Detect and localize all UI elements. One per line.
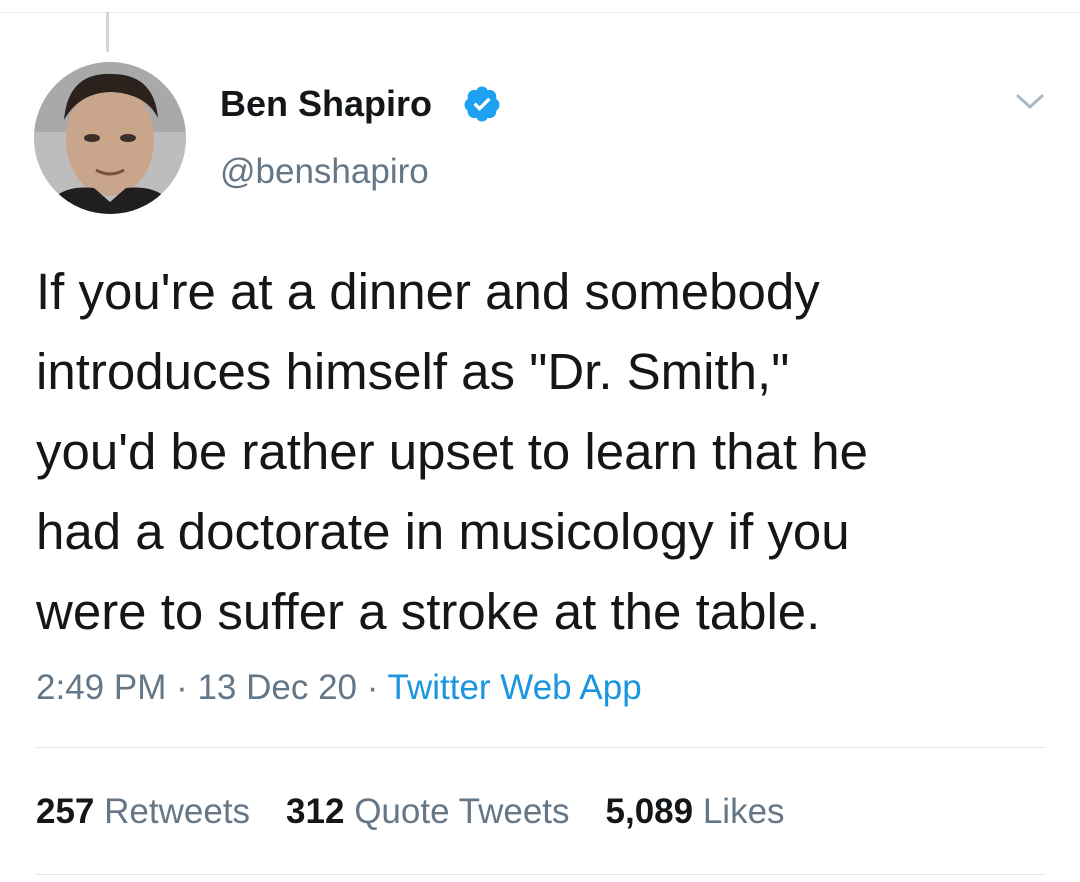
retweets-label: Retweets [104, 792, 251, 831]
tweet-text-line: If you're at a dinner and somebody [36, 263, 820, 320]
author-handle[interactable]: @benshapiro [220, 150, 429, 194]
tweet-timestamp-date[interactable]: 13 Dec 20 [197, 668, 357, 707]
top-divider [0, 12, 1080, 13]
stats-divider-top [36, 747, 1046, 748]
retweets-count: 257 [36, 792, 95, 831]
tweet-timestamp-time[interactable]: 2:49 PM [36, 668, 166, 707]
tweet-text: If you're at a dinner and somebody intro… [36, 252, 1056, 652]
meta-separator: · [357, 668, 388, 707]
retweets-stat[interactable]: 257 Retweets [36, 790, 250, 834]
tweet-text-line: introduces himself as "Dr. Smith," [36, 343, 790, 400]
likes-count: 5,089 [605, 792, 694, 831]
tweet-text-line: had a doctorate in musicology if you [36, 503, 850, 560]
likes-label: Likes [702, 792, 785, 831]
chevron-down-icon[interactable] [1012, 86, 1048, 116]
quote-tweets-count: 312 [286, 792, 345, 831]
tweet-metadata: 2:49 PM · 13 Dec 20 · Twitter Web App [36, 666, 642, 710]
tweet-text-line: were to suffer a stroke at the table. [36, 583, 821, 640]
verified-badge-icon [464, 86, 500, 122]
avatar[interactable] [34, 62, 186, 214]
quote-tweets-label: Quote Tweets [354, 792, 570, 831]
author-display-name[interactable]: Ben Shapiro [220, 82, 432, 126]
meta-separator: · [166, 668, 198, 707]
likes-stat[interactable]: 5,089 Likes [606, 790, 785, 834]
stats-divider-bottom [36, 874, 1046, 875]
tweet-source-link[interactable]: Twitter Web App [388, 668, 642, 707]
quote-tweets-stat[interactable]: 312 Quote Tweets [286, 790, 569, 834]
thread-connector-line [106, 12, 109, 52]
tweet-stats: 257 Retweets 312 Quote Tweets 5,089 Likes [36, 790, 821, 834]
tweet-text-line: you'd be rather upset to learn that he [36, 423, 868, 480]
